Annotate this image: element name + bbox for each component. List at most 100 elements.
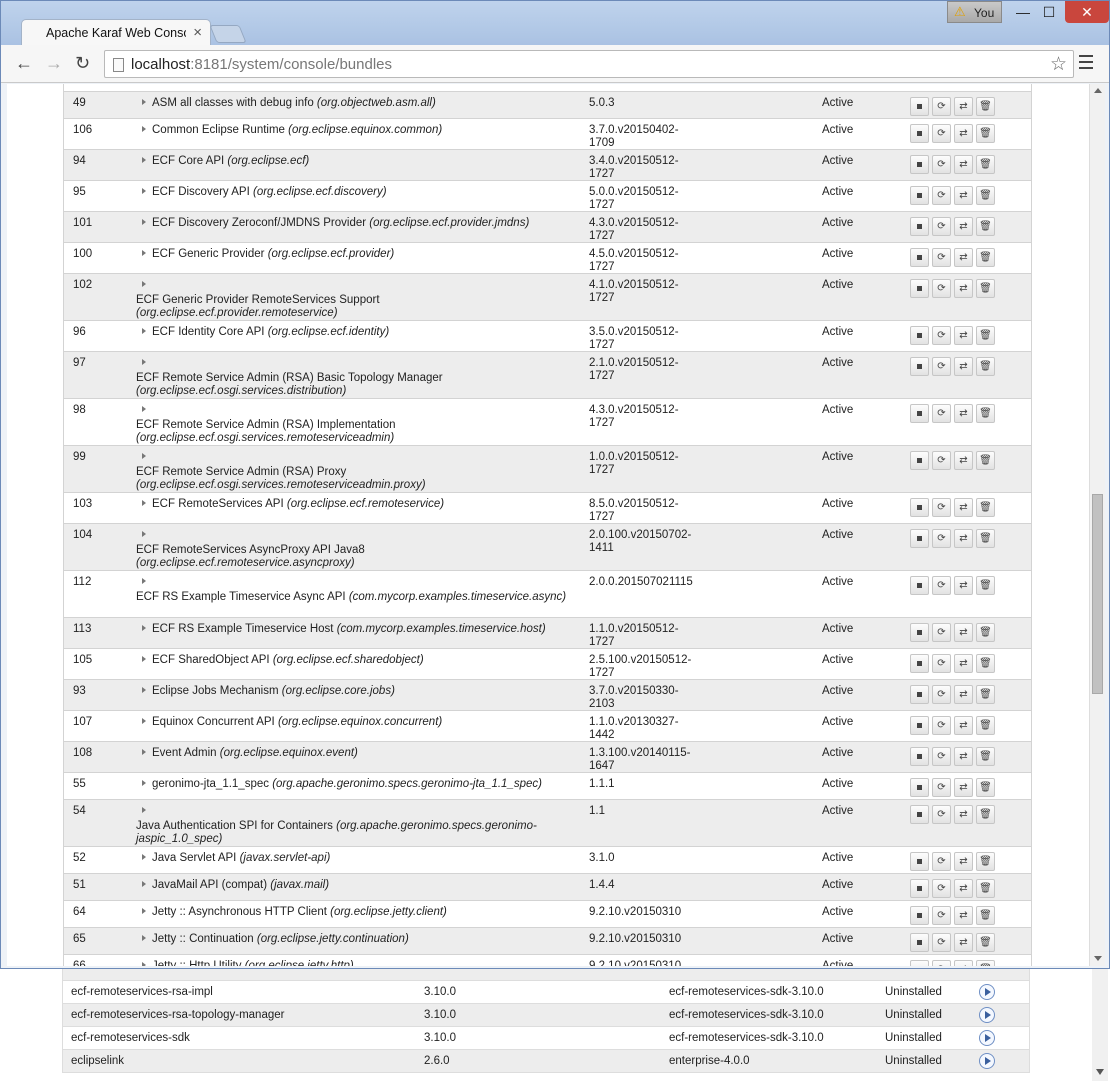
bundle-name-label[interactable]: ECF Identity Core API (org.eclipse.ecf.i… xyxy=(152,326,389,338)
expand-arrow-icon[interactable] xyxy=(142,656,146,662)
install-button[interactable] xyxy=(979,1030,995,1049)
bundle-row[interactable]: 99 ECF Remote Service Admin (RSA) Proxy (… xyxy=(64,446,1031,493)
forward-arrow-icon[interactable]: → xyxy=(45,53,63,74)
refresh-icon[interactable]: ⟳ xyxy=(932,357,951,376)
expand-arrow-icon[interactable] xyxy=(142,718,146,724)
bundle-row[interactable]: 104 ECF RemoteServices AsyncProxy API Jav… xyxy=(64,524,1031,571)
stop-icon[interactable] xyxy=(910,357,929,376)
expand-arrow-icon[interactable] xyxy=(142,962,146,966)
expand-arrow-icon[interactable] xyxy=(142,687,146,693)
feature-row[interactable]: eclipselink 2.6.0 enterprise-4.0.0 Uninstal… xyxy=(63,1050,1029,1073)
expand-arrow-icon[interactable] xyxy=(142,780,146,786)
bundle-row[interactable]: 113 ECF RS Example Timeservice Host (com.… xyxy=(64,618,1031,649)
stop-icon[interactable] xyxy=(910,451,929,470)
trash-icon[interactable]: 🗑 xyxy=(976,747,995,766)
bundle-row[interactable]: 55 geronimo-jta_1.1_spec (org.apache.gero… xyxy=(64,773,1031,800)
update-icon[interactable]: ⇄ xyxy=(954,852,973,871)
update-icon[interactable]: ⇄ xyxy=(954,326,973,345)
stop-icon[interactable] xyxy=(910,529,929,548)
update-icon[interactable]: ⇄ xyxy=(954,248,973,267)
bundle-row[interactable]: 112 ECF RS Example Timeservice Async API … xyxy=(64,571,1031,618)
bundle-name-label[interactable]: Jetty :: Continuation (org.eclipse.jetty… xyxy=(152,933,409,945)
menu-icon[interactable] xyxy=(1079,55,1093,73)
trash-icon[interactable]: 🗑 xyxy=(976,124,995,143)
update-icon[interactable]: ⇄ xyxy=(954,654,973,673)
expand-arrow-icon[interactable] xyxy=(142,219,146,225)
bundle-row[interactable]: 93 Eclipse Jobs Mechanism (org.eclipse.co… xyxy=(64,680,1031,711)
bundle-name-label[interactable]: Common Eclipse Runtime (org.eclipse.equi… xyxy=(152,124,442,136)
trash-icon[interactable]: 🗑 xyxy=(976,498,995,517)
update-icon[interactable]: ⇄ xyxy=(954,498,973,517)
refresh-icon[interactable]: ⟳ xyxy=(932,747,951,766)
refresh-icon[interactable]: ⟳ xyxy=(932,124,951,143)
expand-arrow-icon[interactable] xyxy=(142,453,146,459)
stop-icon[interactable] xyxy=(910,155,929,174)
bundle-row[interactable]: 51 JavaMail API (compat) (javax.mail) 1.4.… xyxy=(64,874,1031,901)
stop-icon[interactable] xyxy=(910,747,929,766)
trash-icon[interactable]: 🗑 xyxy=(976,960,995,966)
stop-icon[interactable] xyxy=(910,279,929,298)
update-icon[interactable]: ⇄ xyxy=(954,451,973,470)
expand-arrow-icon[interactable] xyxy=(142,625,146,631)
reload-icon[interactable]: ↻ xyxy=(75,53,90,74)
update-icon[interactable]: ⇄ xyxy=(954,97,973,116)
bundle-row[interactable]: 105 ECF SharedObject API (org.eclipse.ecf… xyxy=(64,649,1031,680)
feature-row[interactable]: ecf-remoteservices-rsa-impl 3.10.0 ecf-rem… xyxy=(63,981,1029,1004)
refresh-icon[interactable]: ⟳ xyxy=(932,879,951,898)
update-icon[interactable]: ⇄ xyxy=(954,685,973,704)
expand-arrow-icon[interactable] xyxy=(142,881,146,887)
close-window-button[interactable]: ✕ xyxy=(1065,1,1109,23)
update-icon[interactable]: ⇄ xyxy=(954,357,973,376)
update-icon[interactable]: ⇄ xyxy=(954,155,973,174)
scroll-down-arrow-icon[interactable] xyxy=(1094,956,1102,961)
play-icon[interactable] xyxy=(979,1007,995,1023)
update-icon[interactable]: ⇄ xyxy=(954,747,973,766)
bundle-name-label[interactable]: Java Authentication SPI for Containers (… xyxy=(136,820,576,846)
trash-icon[interactable]: 🗑 xyxy=(976,716,995,735)
update-icon[interactable]: ⇄ xyxy=(954,124,973,143)
bundle-row[interactable]: 95 ECF Discovery API (org.eclipse.ecf.dis… xyxy=(64,181,1031,212)
stop-icon[interactable] xyxy=(910,217,929,236)
bundle-row[interactable]: 52 Java Servlet API (javax.servlet-api) 3.… xyxy=(64,847,1031,874)
trash-icon[interactable]: 🗑 xyxy=(976,279,995,298)
refresh-icon[interactable]: ⟳ xyxy=(932,97,951,116)
bookmark-star-icon[interactable]: ☆ xyxy=(1050,53,1067,76)
bundle-name-label[interactable]: Jetty :: Http Utility (org.eclipse.jetty… xyxy=(152,960,354,966)
update-icon[interactable]: ⇄ xyxy=(954,906,973,925)
bundle-name-label[interactable]: Event Admin (org.eclipse.equinox.event) xyxy=(152,747,358,759)
update-icon[interactable]: ⇄ xyxy=(954,716,973,735)
stop-icon[interactable] xyxy=(910,623,929,642)
bundle-name-label[interactable]: ASM all classes with debug info (org.obj… xyxy=(152,97,436,109)
bundle-row[interactable]: 107 Equinox Concurrent API (org.eclipse.e… xyxy=(64,711,1031,742)
bundle-row[interactable]: 66 Jetty :: Http Utility (org.eclipse.jet… xyxy=(64,955,1031,966)
trash-icon[interactable]: 🗑 xyxy=(976,685,995,704)
stop-icon[interactable] xyxy=(910,124,929,143)
stop-icon[interactable] xyxy=(910,576,929,595)
scrollbar-thumb[interactable] xyxy=(1092,494,1103,694)
bundle-name-label[interactable]: ECF Discovery Zeroconf/JMDNS Provider (o… xyxy=(152,217,529,229)
refresh-icon[interactable]: ⟳ xyxy=(932,685,951,704)
update-icon[interactable]: ⇄ xyxy=(954,805,973,824)
refresh-icon[interactable]: ⟳ xyxy=(932,498,951,517)
install-button[interactable] xyxy=(979,1053,995,1072)
trash-icon[interactable]: 🗑 xyxy=(976,778,995,797)
expand-arrow-icon[interactable] xyxy=(142,531,146,537)
trash-icon[interactable]: 🗑 xyxy=(976,879,995,898)
bundle-name-label[interactable]: ECF Generic Provider (org.eclipse.ecf.pr… xyxy=(152,248,394,260)
trash-icon[interactable]: 🗑 xyxy=(976,906,995,925)
bundle-name-label[interactable]: Equinox Concurrent API (org.eclipse.equi… xyxy=(152,716,442,728)
bundle-name-label[interactable]: geronimo-jta_1.1_spec (org.apache.geroni… xyxy=(152,778,542,790)
trash-icon[interactable]: 🗑 xyxy=(976,805,995,824)
stop-icon[interactable] xyxy=(910,685,929,704)
refresh-icon[interactable]: ⟳ xyxy=(932,852,951,871)
play-icon[interactable] xyxy=(979,1030,995,1046)
trash-icon[interactable]: 🗑 xyxy=(976,248,995,267)
refresh-icon[interactable]: ⟳ xyxy=(932,778,951,797)
features-scrollbar[interactable] xyxy=(1092,965,1108,1081)
bundle-name-label[interactable]: JavaMail API (compat) (javax.mail) xyxy=(152,879,329,891)
update-icon[interactable]: ⇄ xyxy=(954,576,973,595)
bundle-row[interactable]: 103 ECF RemoteServices API (org.eclipse.e… xyxy=(64,493,1031,524)
update-icon[interactable]: ⇄ xyxy=(954,529,973,548)
bundle-row[interactable]: 64 Jetty :: Asynchronous HTTP Client (org… xyxy=(64,901,1031,928)
trash-icon[interactable]: 🗑 xyxy=(976,451,995,470)
